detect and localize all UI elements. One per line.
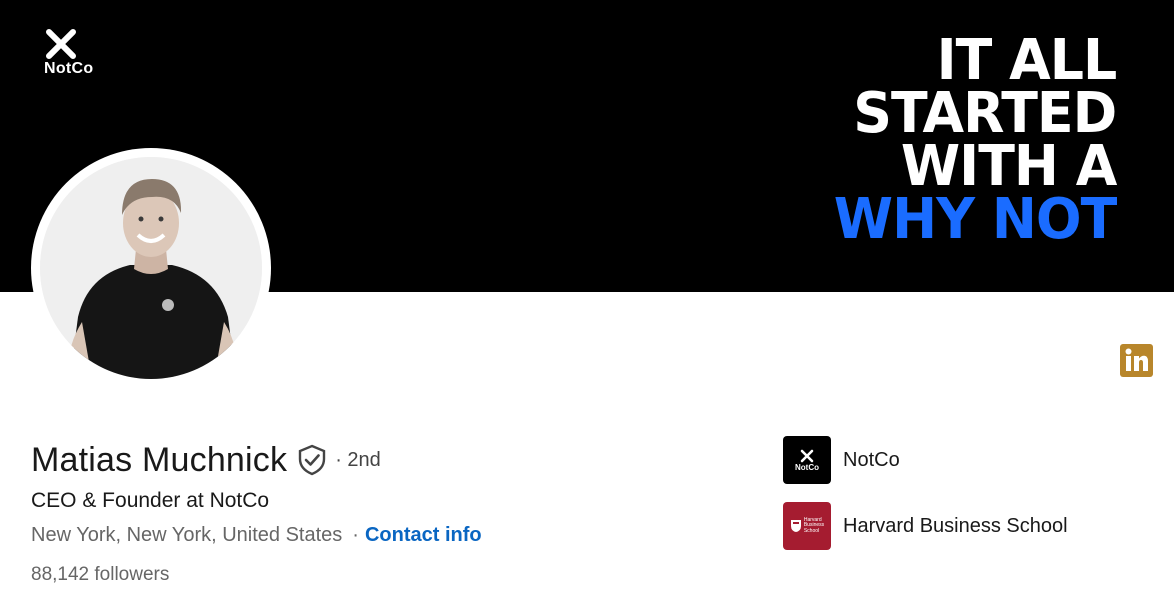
org-item-harvard[interactable]: Harvard Business School Harvard Business… (783, 502, 1068, 550)
banner-brand-name: NotCo (44, 60, 94, 77)
harvard-business-school-logo: Harvard Business School (783, 502, 831, 550)
linkedin-icon (1125, 348, 1148, 371)
org-name: NotCo (843, 448, 900, 471)
profile-name-row: Matias Muchnick · 2nd (31, 437, 381, 483)
slogan-line: WITH A (900, 134, 1116, 199)
notco-logo-text: NotCo (795, 462, 819, 472)
person-photo (40, 157, 262, 379)
linkedin-badge[interactable] (1120, 344, 1153, 377)
org-name: Harvard Business School (843, 514, 1068, 537)
notco-logo: NotCo (783, 436, 831, 484)
avatar[interactable] (40, 157, 262, 379)
slogan-line-accent: WHY NOT (833, 187, 1117, 252)
profile-photo-frame[interactable] (31, 148, 271, 388)
profile-location-row: New York, New York, United States · Cont… (31, 524, 482, 547)
profile-headline: CEO & Founder at NotCo (31, 489, 270, 512)
notco-x-icon (800, 449, 814, 462)
shield-check-icon[interactable] (297, 444, 327, 476)
followers-count: 88,142 followers (31, 564, 170, 585)
slogan-line: IT ALL (936, 28, 1117, 93)
banner-slogan: IT ALL STARTED WITH A WHY NOT (833, 28, 1117, 252)
profile-name: Matias Muchnick (31, 440, 288, 479)
separator-dot: · (352, 524, 359, 546)
shield-icon (790, 520, 801, 532)
profile-organizations: NotCo NotCo Harvard Business School Harv… (783, 436, 1068, 568)
hbs-logo-line: School (803, 527, 820, 534)
notco-x-icon (46, 29, 76, 59)
hbs-logo-text: Harvard Business School (803, 517, 824, 535)
contact-info-link[interactable]: Contact info (365, 524, 482, 547)
notco-brand-logo: NotCo (44, 28, 104, 78)
org-item-notco[interactable]: NotCo NotCo (783, 436, 1068, 484)
connection-degree: · 2nd (335, 448, 381, 471)
profile-location: New York, New York, United States (31, 524, 343, 546)
slogan-line: STARTED (852, 81, 1117, 146)
